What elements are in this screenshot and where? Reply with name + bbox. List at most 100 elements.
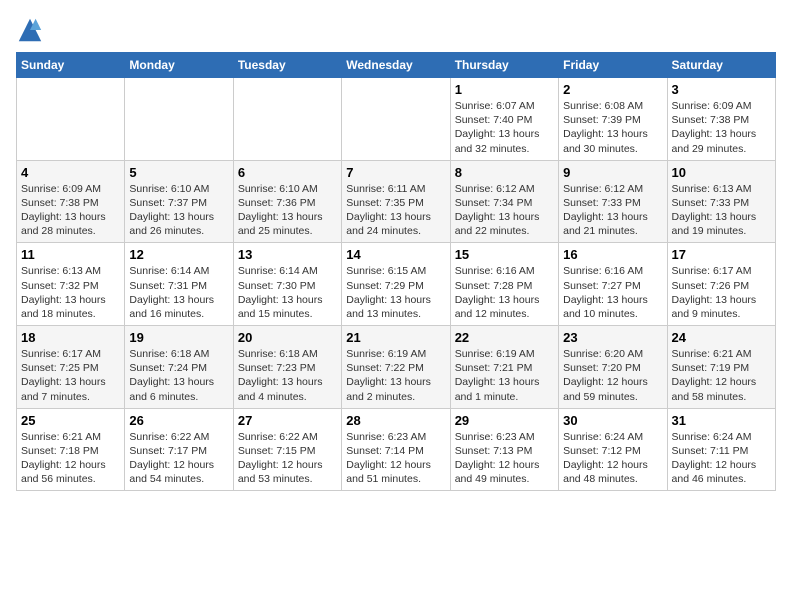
calendar-cell: 25 Sunrise: 6:21 AM Sunset: 7:18 PM Dayli…	[17, 408, 125, 491]
day-info: Sunrise: 6:19 AM Sunset: 7:22 PM Dayligh…	[346, 347, 445, 404]
day-number: 13	[238, 247, 337, 262]
day-number: 28	[346, 413, 445, 428]
weekday-header-monday: Monday	[125, 53, 233, 78]
day-info: Sunrise: 6:14 AM Sunset: 7:30 PM Dayligh…	[238, 264, 337, 321]
day-info: Sunrise: 6:20 AM Sunset: 7:20 PM Dayligh…	[563, 347, 662, 404]
day-number: 8	[455, 165, 554, 180]
weekday-header-tuesday: Tuesday	[233, 53, 341, 78]
day-number: 5	[129, 165, 228, 180]
day-number: 10	[672, 165, 771, 180]
calendar-week-2: 4 Sunrise: 6:09 AM Sunset: 7:38 PM Daylig…	[17, 160, 776, 243]
day-number: 3	[672, 82, 771, 97]
calendar-cell: 28 Sunrise: 6:23 AM Sunset: 7:14 PM Dayli…	[342, 408, 450, 491]
day-number: 4	[21, 165, 120, 180]
day-info: Sunrise: 6:14 AM Sunset: 7:31 PM Dayligh…	[129, 264, 228, 321]
weekday-header-sunday: Sunday	[17, 53, 125, 78]
weekday-header-friday: Friday	[559, 53, 667, 78]
weekday-header-row: SundayMondayTuesdayWednesdayThursdayFrid…	[17, 53, 776, 78]
day-number: 25	[21, 413, 120, 428]
calendar-cell: 22 Sunrise: 6:19 AM Sunset: 7:21 PM Dayli…	[450, 326, 558, 409]
day-info: Sunrise: 6:24 AM Sunset: 7:12 PM Dayligh…	[563, 430, 662, 487]
logo	[16, 16, 48, 44]
day-info: Sunrise: 6:12 AM Sunset: 7:33 PM Dayligh…	[563, 182, 662, 239]
day-info: Sunrise: 6:21 AM Sunset: 7:19 PM Dayligh…	[672, 347, 771, 404]
calendar-cell: 17 Sunrise: 6:17 AM Sunset: 7:26 PM Dayli…	[667, 243, 775, 326]
day-number: 17	[672, 247, 771, 262]
calendar-cell: 29 Sunrise: 6:23 AM Sunset: 7:13 PM Dayli…	[450, 408, 558, 491]
day-info: Sunrise: 6:23 AM Sunset: 7:14 PM Dayligh…	[346, 430, 445, 487]
day-info: Sunrise: 6:24 AM Sunset: 7:11 PM Dayligh…	[672, 430, 771, 487]
calendar-cell: 11 Sunrise: 6:13 AM Sunset: 7:32 PM Dayli…	[17, 243, 125, 326]
day-info: Sunrise: 6:08 AM Sunset: 7:39 PM Dayligh…	[563, 99, 662, 156]
calendar-cell: 2 Sunrise: 6:08 AM Sunset: 7:39 PM Daylig…	[559, 78, 667, 161]
day-number: 16	[563, 247, 662, 262]
day-number: 7	[346, 165, 445, 180]
calendar-cell: 15 Sunrise: 6:16 AM Sunset: 7:28 PM Dayli…	[450, 243, 558, 326]
day-number: 18	[21, 330, 120, 345]
day-number: 15	[455, 247, 554, 262]
calendar-cell: 19 Sunrise: 6:18 AM Sunset: 7:24 PM Dayli…	[125, 326, 233, 409]
day-number: 12	[129, 247, 228, 262]
day-number: 24	[672, 330, 771, 345]
calendar-week-3: 11 Sunrise: 6:13 AM Sunset: 7:32 PM Dayli…	[17, 243, 776, 326]
calendar: SundayMondayTuesdayWednesdayThursdayFrid…	[16, 52, 776, 491]
calendar-cell	[342, 78, 450, 161]
calendar-cell: 8 Sunrise: 6:12 AM Sunset: 7:34 PM Daylig…	[450, 160, 558, 243]
day-info: Sunrise: 6:13 AM Sunset: 7:32 PM Dayligh…	[21, 264, 120, 321]
day-info: Sunrise: 6:12 AM Sunset: 7:34 PM Dayligh…	[455, 182, 554, 239]
calendar-week-1: 1 Sunrise: 6:07 AM Sunset: 7:40 PM Daylig…	[17, 78, 776, 161]
calendar-cell: 24 Sunrise: 6:21 AM Sunset: 7:19 PM Dayli…	[667, 326, 775, 409]
day-number: 31	[672, 413, 771, 428]
day-info: Sunrise: 6:17 AM Sunset: 7:25 PM Dayligh…	[21, 347, 120, 404]
calendar-cell: 1 Sunrise: 6:07 AM Sunset: 7:40 PM Daylig…	[450, 78, 558, 161]
calendar-cell: 27 Sunrise: 6:22 AM Sunset: 7:15 PM Dayli…	[233, 408, 341, 491]
day-number: 2	[563, 82, 662, 97]
day-info: Sunrise: 6:22 AM Sunset: 7:17 PM Dayligh…	[129, 430, 228, 487]
day-number: 19	[129, 330, 228, 345]
day-number: 20	[238, 330, 337, 345]
calendar-week-5: 25 Sunrise: 6:21 AM Sunset: 7:18 PM Dayli…	[17, 408, 776, 491]
page-header	[16, 16, 776, 44]
day-number: 6	[238, 165, 337, 180]
day-number: 26	[129, 413, 228, 428]
day-info: Sunrise: 6:17 AM Sunset: 7:26 PM Dayligh…	[672, 264, 771, 321]
day-number: 29	[455, 413, 554, 428]
day-info: Sunrise: 6:13 AM Sunset: 7:33 PM Dayligh…	[672, 182, 771, 239]
day-number: 27	[238, 413, 337, 428]
day-info: Sunrise: 6:18 AM Sunset: 7:24 PM Dayligh…	[129, 347, 228, 404]
day-info: Sunrise: 6:21 AM Sunset: 7:18 PM Dayligh…	[21, 430, 120, 487]
calendar-cell: 30 Sunrise: 6:24 AM Sunset: 7:12 PM Dayli…	[559, 408, 667, 491]
weekday-header-saturday: Saturday	[667, 53, 775, 78]
day-info: Sunrise: 6:16 AM Sunset: 7:27 PM Dayligh…	[563, 264, 662, 321]
day-info: Sunrise: 6:15 AM Sunset: 7:29 PM Dayligh…	[346, 264, 445, 321]
day-info: Sunrise: 6:11 AM Sunset: 7:35 PM Dayligh…	[346, 182, 445, 239]
calendar-cell: 21Sunrise: 6:19 AM Sunset: 7:22 PM Dayli…	[342, 326, 450, 409]
day-info: Sunrise: 6:18 AM Sunset: 7:23 PM Dayligh…	[238, 347, 337, 404]
day-info: Sunrise: 6:09 AM Sunset: 7:38 PM Dayligh…	[21, 182, 120, 239]
day-info: Sunrise: 6:16 AM Sunset: 7:28 PM Dayligh…	[455, 264, 554, 321]
day-info: Sunrise: 6:23 AM Sunset: 7:13 PM Dayligh…	[455, 430, 554, 487]
calendar-cell: 12 Sunrise: 6:14 AM Sunset: 7:31 PM Dayli…	[125, 243, 233, 326]
day-info: Sunrise: 6:19 AM Sunset: 7:21 PM Dayligh…	[455, 347, 554, 404]
day-number: 22	[455, 330, 554, 345]
day-number: 9	[563, 165, 662, 180]
day-number: 14	[346, 247, 445, 262]
day-info: Sunrise: 6:07 AM Sunset: 7:40 PM Dayligh…	[455, 99, 554, 156]
calendar-cell: 4 Sunrise: 6:09 AM Sunset: 7:38 PM Daylig…	[17, 160, 125, 243]
day-number: 1	[455, 82, 554, 97]
weekday-header-wednesday: Wednesday	[342, 53, 450, 78]
calendar-cell: 18 Sunrise: 6:17 AM Sunset: 7:25 PM Dayli…	[17, 326, 125, 409]
calendar-cell	[17, 78, 125, 161]
day-number: 11	[21, 247, 120, 262]
day-info: Sunrise: 6:10 AM Sunset: 7:36 PM Dayligh…	[238, 182, 337, 239]
logo-icon	[16, 16, 44, 44]
calendar-cell: 6 Sunrise: 6:10 AM Sunset: 7:36 PM Daylig…	[233, 160, 341, 243]
calendar-cell: 26 Sunrise: 6:22 AM Sunset: 7:17 PM Dayli…	[125, 408, 233, 491]
calendar-cell: 10 Sunrise: 6:13 AM Sunset: 7:33 PM Dayli…	[667, 160, 775, 243]
day-info: Sunrise: 6:22 AM Sunset: 7:15 PM Dayligh…	[238, 430, 337, 487]
day-number: 30	[563, 413, 662, 428]
calendar-cell: 13 Sunrise: 6:14 AM Sunset: 7:30 PM Dayli…	[233, 243, 341, 326]
day-info: Sunrise: 6:09 AM Sunset: 7:38 PM Dayligh…	[672, 99, 771, 156]
calendar-cell	[125, 78, 233, 161]
calendar-cell: 31 Sunrise: 6:24 AM Sunset: 7:11 PM Dayli…	[667, 408, 775, 491]
